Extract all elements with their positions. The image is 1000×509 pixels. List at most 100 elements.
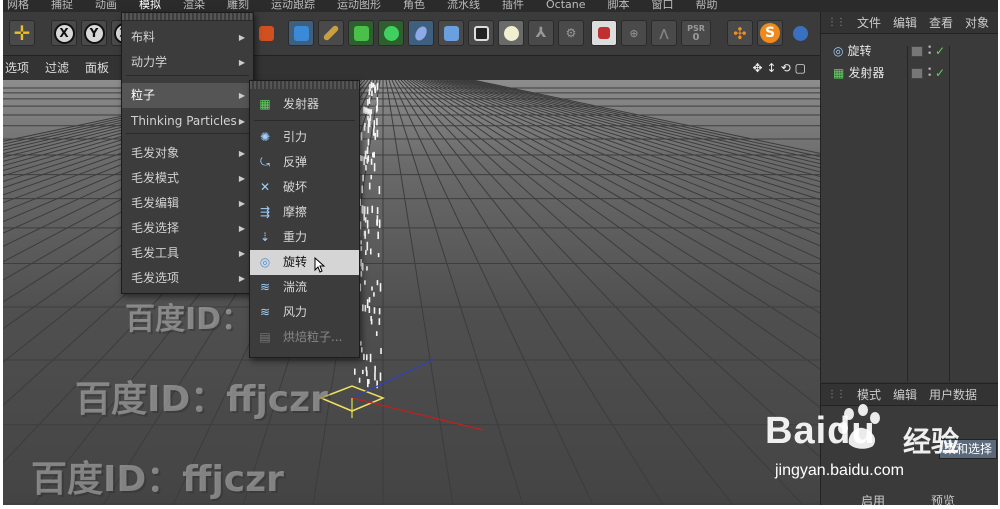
menu-item-label: 毛发选项 — [131, 271, 180, 285]
particles-menu-item: ▤ 烘焙粒子... — [250, 325, 359, 350]
camera-button[interactable] — [468, 20, 494, 46]
simulate-menu-item[interactable]: 粒子 ▶ — [122, 83, 253, 108]
particle — [367, 99, 369, 106]
layer-tag-icon[interactable] — [911, 67, 923, 79]
move-tool-button[interactable]: ✛ — [9, 20, 35, 46]
particles-menu-item[interactable]: ≋ 风力 — [250, 300, 359, 325]
object-menu-object[interactable]: 对象 — [965, 12, 989, 33]
object-menu-view[interactable]: 查看 — [929, 12, 953, 33]
panel-grip-icon[interactable]: ⋮⋮ — [827, 384, 846, 405]
menu-octane[interactable]: Octane — [546, 0, 586, 12]
grid-line — [448, 80, 820, 188]
visibility-dots-icon[interactable]: • • — [927, 44, 932, 59]
particle — [369, 248, 372, 255]
particle — [360, 271, 363, 277]
menu-simulate[interactable]: 模拟 — [139, 0, 161, 12]
simulate-menu-item[interactable]: 毛发工具 ▶ — [122, 241, 253, 266]
menu-item-label: 重力 — [283, 230, 308, 244]
particle — [375, 331, 378, 336]
pen-button[interactable] — [318, 20, 344, 46]
grid-line — [472, 80, 820, 154]
particles-menu-item[interactable]: ▦ 发射器 — [250, 92, 359, 117]
menu-plugins[interactable]: 插件 — [502, 0, 524, 12]
axis-y-button[interactable]: Y — [81, 20, 107, 46]
submenu-arrow-icon: ▶ — [238, 33, 245, 42]
particles-menu-item[interactable]: ◎ 旋转 — [250, 250, 359, 275]
psr-button[interactable]: PSR 0 — [681, 20, 711, 46]
menu-render[interactable]: 渲染 — [183, 0, 205, 12]
menu-animate[interactable]: 动画 — [95, 0, 117, 12]
simulate-menu-item[interactable]: 毛发选择 ▶ — [122, 216, 253, 241]
cloner-button[interactable] — [378, 20, 404, 46]
workplane-button[interactable]: ⋀ — [651, 20, 677, 46]
object-row-emitter[interactable]: ▦ 发射器 • • ✓ — [821, 62, 998, 84]
light-button[interactable] — [498, 20, 524, 46]
attr-menu-edit[interactable]: 编辑 — [893, 384, 917, 405]
menu-tearoff-grip[interactable] — [122, 13, 253, 21]
lock-button[interactable]: ⚙ — [558, 20, 584, 46]
simulate-menu-item[interactable]: Thinking Particles ▶ — [122, 109, 253, 134]
simulate-menu-item[interactable]: 毛发模式 ▶ — [122, 166, 253, 191]
subdivision-button[interactable] — [348, 20, 374, 46]
simulate-menu-item[interactable]: 布料 ▶ — [122, 25, 253, 50]
layer-tag-icon[interactable] — [911, 45, 923, 57]
fullscreen-button[interactable]: ✣ — [727, 20, 753, 46]
object-menu-file[interactable]: 文件 — [857, 12, 881, 33]
cube-button[interactable] — [288, 20, 314, 46]
particles-menu-item[interactable]: ⇣ 重力 — [250, 225, 359, 250]
enabled-check-icon[interactable]: ✓ — [935, 41, 945, 61]
menu-mesh[interactable]: 网格 — [7, 0, 29, 12]
menu-motion-tracking[interactable]: 运动跟踪 — [271, 0, 315, 12]
particle — [376, 280, 379, 286]
particle — [372, 128, 375, 136]
menu-character[interactable]: 角色 — [403, 0, 425, 12]
axis-x-button[interactable]: X — [51, 20, 77, 46]
sketch-button[interactable]: S — [757, 20, 783, 46]
menu-tearoff-grip[interactable] — [250, 81, 359, 89]
render-settings-button[interactable] — [253, 20, 279, 46]
visibility-dots-icon[interactable]: • • — [927, 66, 932, 81]
render-view-button[interactable] — [787, 20, 813, 46]
simulate-menu-item[interactable]: 动力学 ▶ — [122, 50, 253, 75]
snap-button[interactable]: ⊕ — [621, 20, 647, 46]
viewport-nav-icons[interactable]: ✥↕⟲▢ — [752, 57, 810, 79]
attr-menu-mode[interactable]: 模式 — [857, 384, 881, 405]
attr-menu-userdata[interactable]: 用户数据 — [929, 384, 977, 405]
particle — [365, 366, 368, 372]
object-row-rotation[interactable]: ◎ 旋转 • • ✓ — [821, 40, 998, 62]
particle — [379, 283, 382, 292]
menu-window[interactable]: 窗口 — [652, 0, 674, 12]
particle — [364, 231, 367, 238]
gravity-icon: ⇣ — [259, 230, 271, 244]
particles-menu-item[interactable]: ⤿ 反弹 — [250, 150, 359, 175]
particles-menu-item[interactable]: ✺ 引力 — [250, 125, 359, 150]
deformer-button[interactable] — [408, 20, 434, 46]
menu-script[interactable]: 脚本 — [608, 0, 630, 12]
particle — [363, 206, 366, 215]
particles-menu-item[interactable]: ⇶ 摩擦 — [250, 200, 359, 225]
menu-help[interactable]: 帮助 — [696, 0, 718, 12]
object-menu-edit[interactable]: 编辑 — [893, 12, 917, 33]
preview-label: 预览 — [931, 494, 956, 505]
menu-item-label: 毛发编辑 — [131, 196, 180, 210]
menu-pipeline[interactable]: 流水线 — [447, 0, 480, 12]
viewport-menu-options[interactable]: 选项 — [5, 57, 29, 79]
menu-mograph[interactable]: 运动图形 — [337, 0, 381, 12]
floor-button[interactable] — [438, 20, 464, 46]
soft-selection-tab[interactable]: 柔和选择 — [939, 439, 997, 459]
viewport-menu-filter[interactable]: 过滤 — [45, 57, 69, 79]
simulate-menu-item[interactable]: 毛发对象 ▶ — [122, 141, 253, 166]
enabled-check-icon[interactable]: ✓ — [935, 63, 945, 83]
viewport-menu-panel[interactable]: 面板 — [85, 57, 109, 79]
texture-button[interactable] — [591, 20, 617, 46]
panel-grip-icon[interactable]: ⋮⋮ — [827, 12, 846, 33]
simulate-menu-item[interactable]: 毛发选项 ▶ — [122, 266, 253, 291]
simulate-menu-item[interactable]: 毛发编辑 ▶ — [122, 191, 253, 216]
particle — [363, 156, 365, 166]
menu-snap[interactable]: 捕捉 — [51, 0, 73, 12]
particles-menu-item[interactable]: ✕ 破坏 — [250, 175, 359, 200]
menu-sculpt[interactable]: 雕刻 — [227, 0, 249, 12]
particle — [364, 217, 367, 223]
particles-menu-item[interactable]: ≋ 湍流 — [250, 275, 359, 300]
bone-button[interactable]: ⅄ — [528, 20, 554, 46]
